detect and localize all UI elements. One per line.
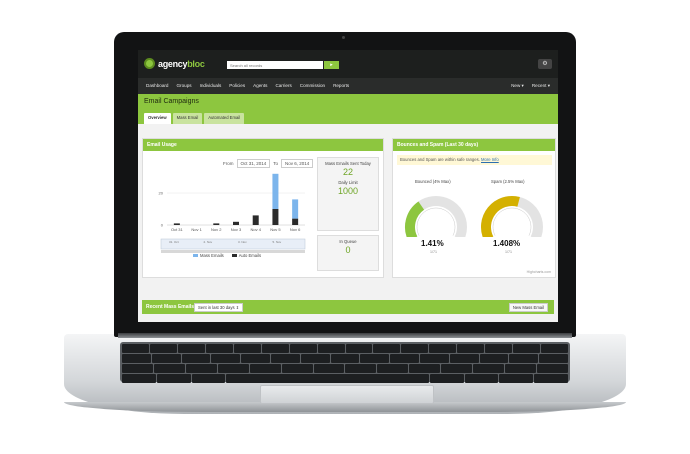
y-tick-label: 0	[161, 223, 164, 228]
chart-legend: Mass Emails Auto Emails	[193, 253, 261, 258]
nav-item-dashboard[interactable]: Dashboard	[142, 78, 172, 94]
bar-auto-emails[interactable]	[272, 209, 279, 225]
tab-bar: Overview Mass Email Automated Email	[138, 110, 558, 124]
x-tick-label: Nov 2	[211, 227, 222, 232]
camera	[342, 36, 345, 39]
spam-gauge	[481, 196, 543, 237]
gauge-bounced-title: Bounced (4% Max)	[415, 179, 451, 184]
search-button[interactable]: ▸	[324, 61, 339, 69]
nav-item-policies[interactable]: Policies	[225, 78, 249, 94]
x-tick-label: Nov 1	[191, 227, 202, 232]
tab-overview[interactable]: Overview	[144, 113, 171, 124]
in-queue-value: 0	[345, 245, 351, 255]
highcharts-credit[interactable]: Highcharts.com	[527, 270, 551, 274]
new-mass-email-button[interactable]: New Mass Email	[508, 303, 548, 312]
x-tick-label: Nov 4	[250, 227, 261, 232]
keyboard	[120, 342, 570, 383]
gauge-fill	[481, 196, 520, 237]
in-queue-stat: In Queue 0	[317, 235, 379, 271]
email-usage-panel: Email Usage From Oct 31, 2014 To Nov 6, …	[142, 138, 384, 278]
range-navigator[interactable]	[160, 238, 306, 250]
navigator-label: 3. Nov	[238, 240, 247, 244]
main-nav: Dashboard Groups Individuals Policies Ag…	[138, 78, 558, 94]
navigator-label: 2. Nov	[204, 240, 213, 244]
x-tick-label: Nov 6	[290, 227, 301, 232]
bar-auto-emails[interactable]	[233, 221, 239, 225]
notice-text: Bounces and Spam are within safe ranges.	[400, 157, 480, 162]
nav-item-individuals[interactable]: Individuals	[196, 78, 226, 94]
tab-automated-email[interactable]: Automated Email	[204, 113, 245, 124]
nav-item-carriers[interactable]: Carriers	[271, 78, 295, 94]
daily-limit-value: 1000	[337, 186, 359, 196]
search-input[interactable]	[227, 61, 323, 69]
recent-mass-emails-title: Recent Mass Emails	[146, 304, 195, 310]
mass-sent-value: 22	[342, 167, 353, 177]
recent-mass-emails-bar: Recent Mass Emails Sent in last 30 days …	[142, 300, 554, 314]
bar-auto-emails[interactable]	[252, 215, 259, 225]
more-info-link[interactable]: More Info	[481, 157, 499, 162]
email-usage-chart: 20 0 Oct 31 Nov 1 Nov 2 Nov 3 Nov 4 Nov 5 Nov 6 3…	[159, 173, 306, 253]
legend-auto-emails[interactable]: Auto Emails	[231, 253, 261, 258]
new-menu[interactable]: New ▾	[511, 83, 524, 89]
nav-item-commission[interactable]: Commission	[296, 78, 329, 94]
bounces-title: Bounces and Spam (Last 30 days)	[393, 139, 555, 151]
top-bar: agencybloc ▸ ⚙	[138, 50, 558, 78]
bounces-notice: Bounces and Spam are within safe ranges.…	[397, 155, 552, 165]
mass-emails-stat: Mass Emails Sent Today 22 Daily Limit 10…	[317, 157, 379, 231]
tab-mass-email[interactable]: Mass Email	[172, 113, 203, 124]
navigator-label: 31. Oct	[169, 240, 179, 244]
bar-auto-emails[interactable]	[292, 218, 299, 225]
gauge-spam-sub: 1/71	[505, 250, 512, 254]
gauge-bounced-sub: 1/71	[430, 250, 437, 254]
trackpad	[260, 385, 434, 404]
bounces-panel: Bounces and Spam (Last 30 days) Bounces …	[392, 138, 556, 278]
bar-auto-emails[interactable]	[173, 223, 180, 225]
mass-sent-label: Mass Emails Sent Today	[325, 161, 371, 166]
legend-mass-emails[interactable]: Mass Emails	[193, 253, 224, 258]
app-screen: agencybloc ▸ ⚙ Dashboard Groups Individu…	[138, 50, 558, 322]
x-tick-label: Nov 5	[270, 227, 281, 232]
search-icon: ▸	[330, 62, 333, 68]
email-usage-title: Email Usage	[143, 139, 383, 151]
recent-menu[interactable]: Recent ▾	[532, 83, 550, 89]
navigator-label: 5. Nov	[273, 240, 282, 244]
bar-auto-emails[interactable]	[213, 223, 220, 225]
x-tick-label: Oct 31	[171, 227, 184, 232]
y-tick-label: 20	[159, 191, 164, 196]
nav-item-agents[interactable]: Agents	[249, 78, 271, 94]
gauge-spam-title: Spam (2.5% Max)	[491, 179, 525, 184]
bar-mass-emails[interactable]	[272, 173, 279, 209]
nav-item-groups[interactable]: Groups	[172, 78, 195, 94]
x-tick-label: Nov 3	[231, 227, 242, 232]
nav-item-reports[interactable]: Reports	[329, 78, 353, 94]
gauge-spam-value: 1.408%	[493, 239, 521, 248]
bar-mass-emails[interactable]	[292, 199, 299, 219]
settings-button[interactable]: ⚙	[538, 59, 552, 69]
daily-limit-label: Daily Limit	[338, 180, 358, 185]
bounced-gauge	[405, 196, 467, 237]
gauge-bounced-value: 1.41%	[421, 239, 444, 248]
recent-filter-select[interactable]: Sent in last 30 days ⇕	[194, 303, 244, 312]
in-queue-label: In Queue	[339, 239, 357, 244]
hinge	[118, 333, 572, 338]
gauge-fill	[405, 201, 425, 237]
gear-icon: ⚙	[542, 61, 548, 67]
logo[interactable]: agencybloc	[144, 58, 205, 69]
logo-text: agencybloc	[158, 58, 205, 69]
logo-mark-icon	[144, 58, 155, 69]
page-title: Email Campaigns	[138, 94, 558, 110]
